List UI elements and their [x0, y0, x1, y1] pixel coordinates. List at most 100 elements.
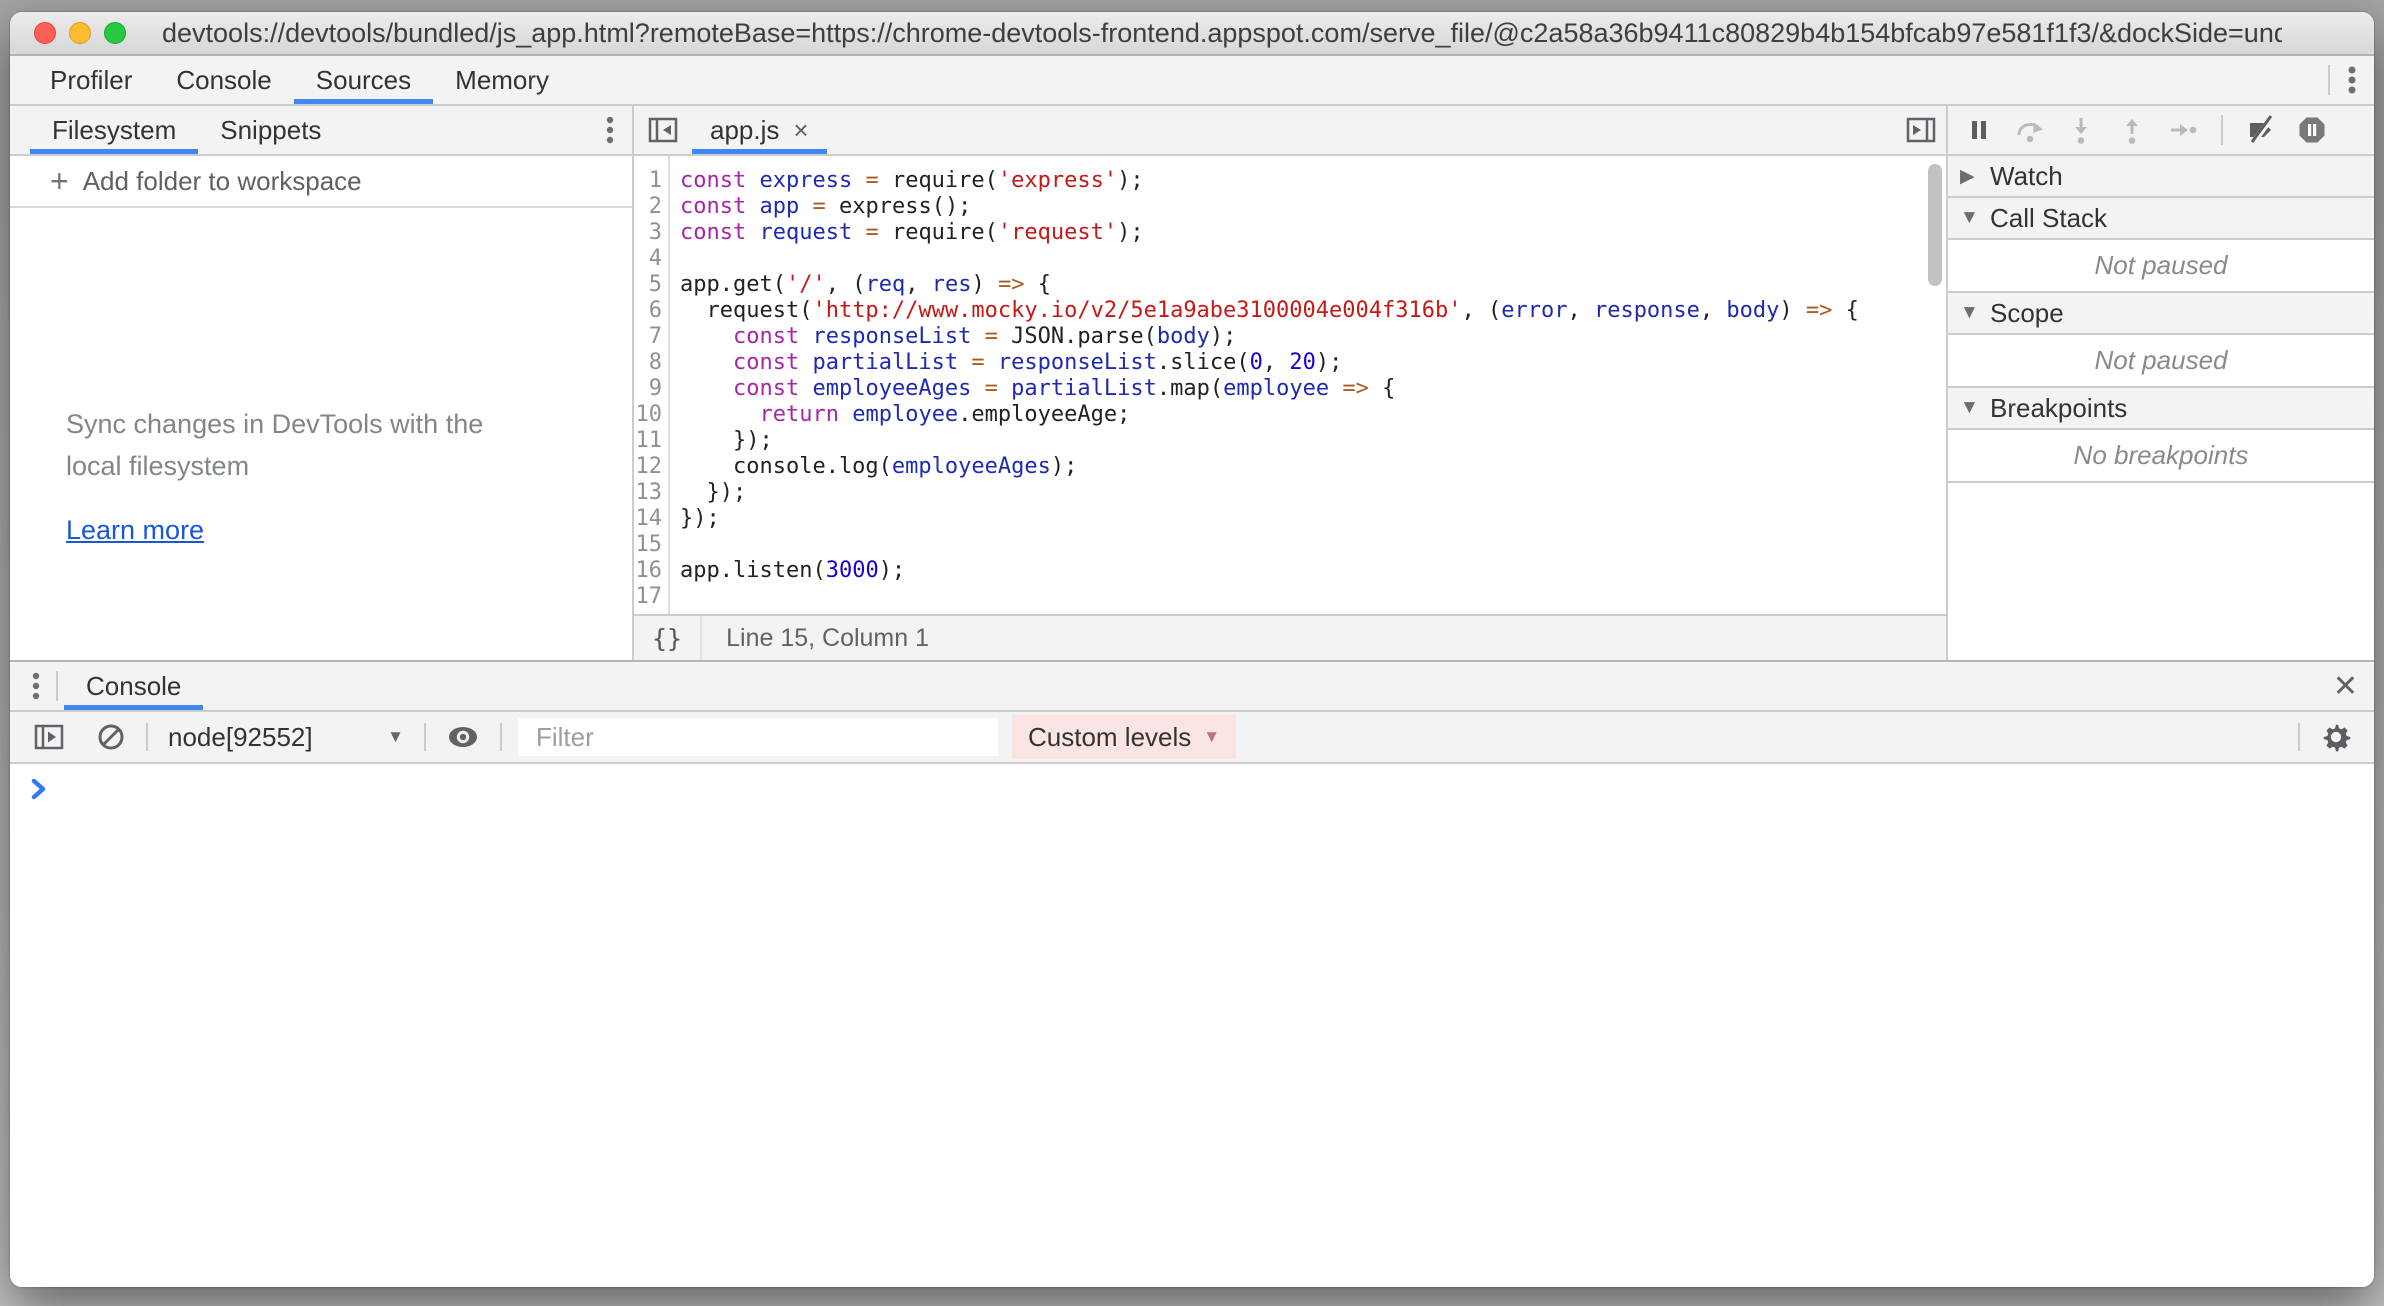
line-number[interactable]: 11 [634, 428, 662, 454]
code-line[interactable]: const employeeAges = partialList.map(emp… [680, 376, 1946, 402]
divider [2298, 723, 2300, 751]
line-number[interactable]: 6 [634, 298, 662, 324]
add-folder-button[interactable]: + Add folder to workspace [10, 156, 632, 208]
code-line[interactable]: app.listen(3000); [680, 558, 1946, 584]
minimize-window-button[interactable] [69, 22, 91, 44]
step-out-button[interactable] [2117, 115, 2147, 145]
section-watch[interactable]: Watch [1948, 156, 2374, 198]
code-line[interactable]: const app = express(); [680, 194, 1946, 220]
sources-panel: Filesystem Snippets + Add folder to work… [10, 106, 2374, 660]
line-number[interactable]: 1 [634, 168, 662, 194]
custom-levels-dropdown[interactable]: Custom levels ▼ [1012, 715, 1236, 759]
hide-debugger-sidebar-icon[interactable] [1904, 106, 1938, 154]
editor-scrollbar[interactable] [1928, 164, 1942, 286]
code-line[interactable]: }); [680, 428, 1946, 454]
devtools-window: devtools://devtools/bundled/js_app.html?… [10, 12, 2374, 1287]
section-call-stack[interactable]: Call Stack [1948, 198, 2374, 240]
code-line[interactable]: return employee.employeeAge; [680, 402, 1946, 428]
pretty-print-button[interactable]: {} [634, 616, 702, 660]
console-settings-gear-icon[interactable] [2320, 721, 2352, 753]
divider [2221, 115, 2223, 145]
cursor-position: Line 15, Column 1 [726, 624, 929, 653]
debugger-toolbar [1948, 106, 2374, 156]
drawer-tab-console[interactable]: Console [64, 662, 203, 710]
tab-sources[interactable]: Sources [294, 56, 433, 104]
eye-icon[interactable] [446, 722, 480, 752]
close-window-button[interactable] [34, 22, 56, 44]
line-number[interactable]: 4 [634, 246, 662, 272]
line-number[interactable]: 9 [634, 376, 662, 402]
line-number[interactable]: 8 [634, 350, 662, 376]
code-line[interactable]: }); [680, 480, 1946, 506]
code-line[interactable] [680, 584, 1946, 610]
show-console-sidebar-icon[interactable] [32, 721, 66, 753]
section-breakpoints[interactable]: Breakpoints [1948, 388, 2374, 430]
titlebar[interactable]: devtools://devtools/bundled/js_app.html?… [10, 12, 2374, 56]
pause-on-exceptions-button[interactable] [2297, 115, 2327, 145]
drawer-menu-kebab-icon[interactable] [16, 662, 56, 710]
line-number[interactable]: 5 [634, 272, 662, 298]
navigator-pane: Filesystem Snippets + Add folder to work… [10, 106, 634, 660]
context-label: node[92552] [168, 722, 313, 753]
step-button[interactable] [2168, 115, 2198, 145]
code-line[interactable] [680, 246, 1946, 272]
clear-console-icon[interactable] [96, 722, 126, 752]
desktop: { "window_title": "devtools://devtools/b… [0, 0, 2384, 1306]
line-number[interactable]: 7 [634, 324, 662, 350]
file-tab-appjs[interactable]: app.js × [692, 106, 827, 154]
line-number[interactable]: 13 [634, 480, 662, 506]
chevron-down-icon [1960, 207, 1990, 229]
line-number-gutter[interactable]: 1234567891011121314151617 [634, 156, 670, 614]
code-line[interactable]: app.get('/', (req, res) => { [680, 272, 1946, 298]
editor-tab-bar: app.js × [634, 106, 1946, 156]
code-line[interactable]: console.log(employeeAges); [680, 454, 1946, 480]
tab-profiler[interactable]: Profiler [28, 56, 154, 104]
code-line[interactable]: const responseList = JSON.parse(body); [680, 324, 1946, 350]
zoom-window-button[interactable] [104, 22, 126, 44]
line-number[interactable]: 2 [634, 194, 662, 220]
tab-memory[interactable]: Memory [433, 56, 571, 104]
line-number[interactable]: 3 [634, 220, 662, 246]
window-controls [34, 12, 126, 54]
line-number[interactable]: 15 [634, 532, 662, 558]
divider [146, 723, 148, 751]
code-line[interactable]: }); [680, 506, 1946, 532]
deactivate-breakpoints-button[interactable] [2246, 115, 2276, 145]
line-number[interactable]: 17 [634, 584, 662, 610]
console-output[interactable] [10, 764, 2374, 1287]
tab-console[interactable]: Console [154, 56, 293, 104]
line-number[interactable]: 16 [634, 558, 662, 584]
navigator-menu-kebab-icon[interactable] [588, 106, 632, 154]
breakpoints-message: No breakpoints [1948, 430, 2374, 483]
execution-context-selector[interactable]: node[92552] ▼ [160, 722, 412, 753]
close-drawer-icon[interactable]: ✕ [2333, 662, 2358, 710]
hide-navigator-icon[interactable] [646, 114, 680, 146]
divider [500, 723, 502, 751]
navigator-tab-bar: Filesystem Snippets [10, 106, 632, 156]
pause-button[interactable] [1964, 115, 1994, 145]
window-title: devtools://devtools/bundled/js_app.html?… [162, 18, 2282, 49]
tab-filesystem[interactable]: Filesystem [30, 106, 198, 154]
console-prompt-icon[interactable] [26, 776, 52, 802]
sync-message: Sync changes in DevTools with the local … [66, 403, 536, 487]
code-editor[interactable]: 1234567891011121314151617 const express … [634, 156, 1946, 614]
code-line[interactable] [680, 532, 1946, 558]
learn-more-link[interactable]: Learn more [66, 515, 204, 546]
code-line[interactable]: request('http://www.mocky.io/v2/5e1a9abe… [680, 298, 1946, 324]
code-line[interactable]: const request = require('request'); [680, 220, 1946, 246]
close-file-icon[interactable]: × [793, 117, 808, 143]
file-tab-label: app.js [710, 115, 779, 146]
section-scope[interactable]: Scope [1948, 293, 2374, 335]
main-menu-kebab-icon[interactable] [2330, 56, 2374, 104]
code-line[interactable]: const express = require('express'); [680, 168, 1946, 194]
code-lines[interactable]: const express = require('express');const… [670, 156, 1946, 614]
line-number[interactable]: 14 [634, 506, 662, 532]
plus-icon: + [50, 163, 69, 200]
code-line[interactable]: const partialList = responseList.slice(0… [680, 350, 1946, 376]
step-into-button[interactable] [2066, 115, 2096, 145]
step-over-button[interactable] [2015, 115, 2045, 145]
line-number[interactable]: 12 [634, 454, 662, 480]
filter-input[interactable] [518, 718, 998, 756]
line-number[interactable]: 10 [634, 402, 662, 428]
tab-snippets[interactable]: Snippets [198, 106, 343, 154]
